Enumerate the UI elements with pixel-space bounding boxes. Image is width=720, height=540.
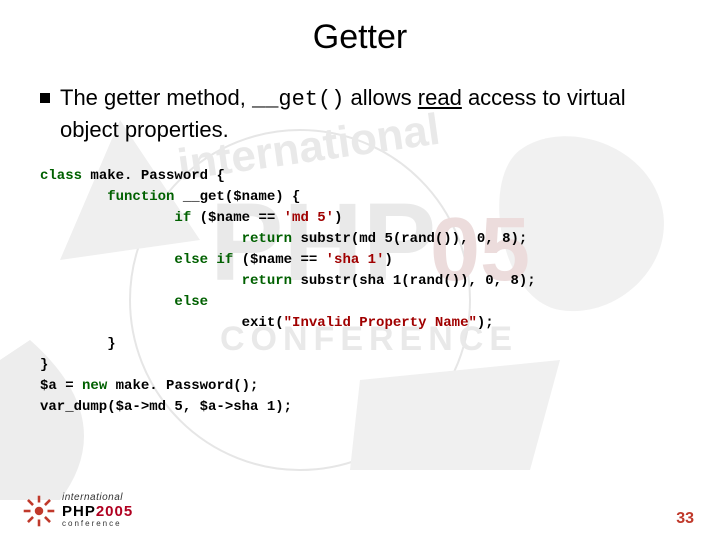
code: } — [40, 357, 48, 373]
code: $a = — [40, 378, 82, 394]
code: make. Password { — [82, 168, 225, 184]
page-number: 33 — [676, 510, 694, 528]
bullet-text: The getter method, __get() allows read a… — [60, 83, 680, 144]
kw: return — [40, 273, 292, 289]
code: substr(md 5(rand()), 0, 8); — [292, 231, 527, 247]
code: } — [40, 336, 116, 352]
code: ) — [384, 252, 392, 268]
slide: Getter The getter method, __get() allows… — [0, 0, 720, 540]
str: "Invalid Property Name" — [284, 315, 477, 331]
kw: else if — [40, 252, 233, 268]
code: exit( — [40, 315, 284, 331]
code: var_dump($a->md 5, $a->sha 1); — [40, 399, 292, 415]
slide-title: Getter — [40, 18, 680, 57]
kw: class — [40, 168, 82, 184]
code: ) — [334, 210, 342, 226]
conference-logo: international PHP2005 conference — [22, 493, 133, 528]
str: 'sha 1' — [326, 252, 385, 268]
logo-text: international PHP2005 conference — [62, 493, 133, 528]
code: make. Password(); — [107, 378, 258, 394]
text: The getter method, — [60, 85, 252, 110]
emphasis-read: read — [418, 85, 462, 110]
footer: international PHP2005 conference 33 — [0, 493, 720, 528]
kw: else — [40, 294, 208, 310]
code: substr(sha 1(rand()), 0, 8); — [292, 273, 536, 289]
code-block: class make. Password { function __get($n… — [40, 166, 680, 418]
kw: function — [40, 189, 174, 205]
kw: return — [40, 231, 292, 247]
logo-year: 2005 — [96, 503, 133, 520]
code: ($name == — [233, 252, 325, 268]
logo-php: PHP — [62, 503, 96, 520]
logo-conference: conference — [62, 520, 133, 528]
kw: new — [82, 378, 107, 394]
logo-burst-icon — [22, 494, 56, 528]
str: 'md 5' — [284, 210, 334, 226]
code: __get($name) { — [174, 189, 300, 205]
text: allows — [344, 85, 417, 110]
code-inline: __get() — [252, 87, 344, 112]
bullet-item: The getter method, __get() allows read a… — [40, 83, 680, 144]
code: ($name == — [191, 210, 283, 226]
kw: if — [40, 210, 191, 226]
bullet-icon — [40, 93, 50, 103]
code: ); — [477, 315, 494, 331]
